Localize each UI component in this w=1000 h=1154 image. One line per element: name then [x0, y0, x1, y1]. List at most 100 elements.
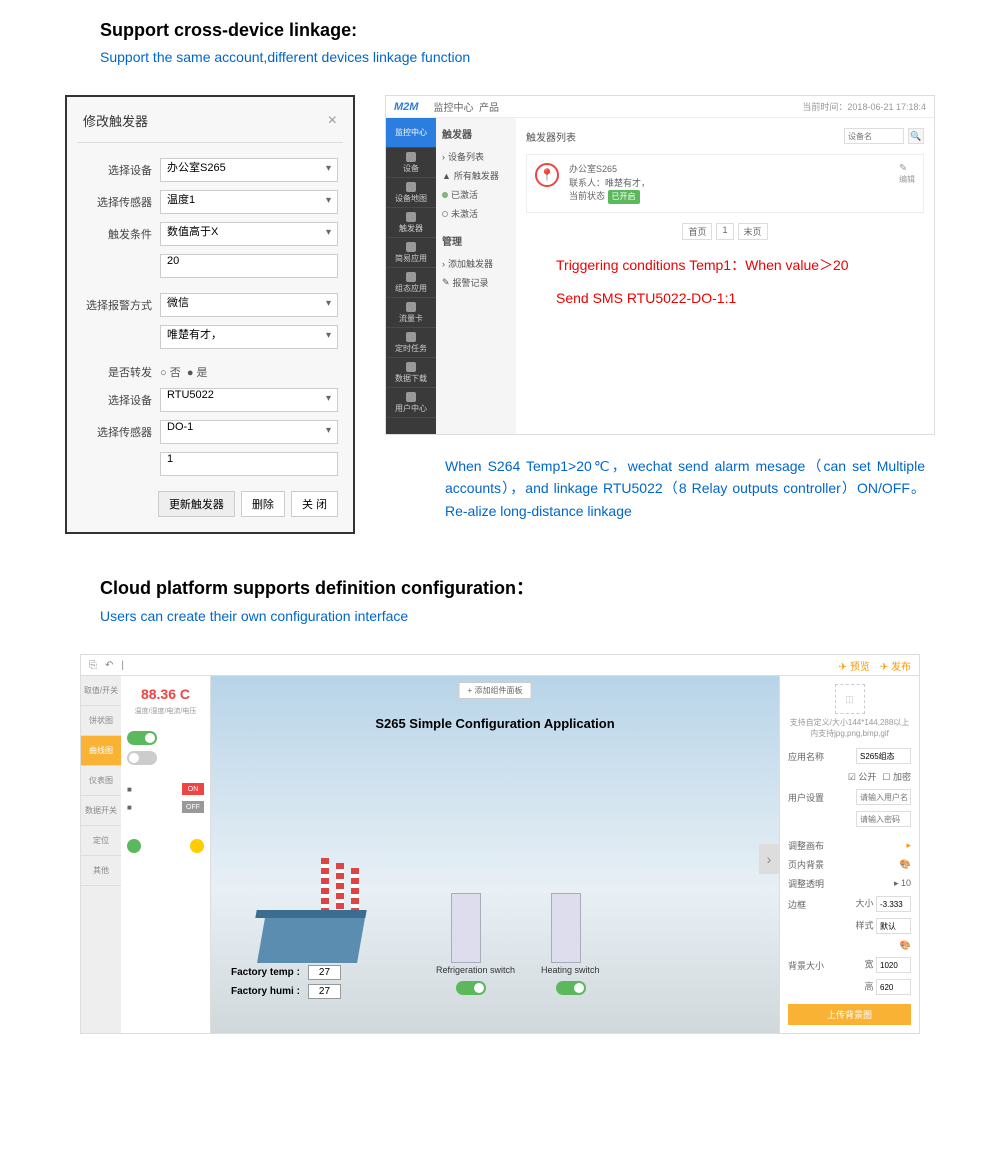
tab-pie[interactable]: 饼状图 [81, 706, 121, 736]
toolbar-icon[interactable]: ⎘ [89, 660, 97, 671]
select-alarm[interactable]: 微信 [160, 293, 338, 317]
width-input[interactable] [876, 957, 911, 973]
temp-value: 27 [308, 965, 341, 980]
subnav-h1: 触发器 [442, 126, 510, 141]
toolbar-icon[interactable]: ↶ [105, 660, 113, 671]
timestamp: 当前时间：2018-06-21 17:18:4 [802, 100, 926, 113]
page-1[interactable]: 1 [716, 223, 733, 240]
humi-value: 27 [308, 984, 341, 999]
factory-graphic [261, 873, 401, 963]
select-alarm-to[interactable]: 唯楚有才， [160, 325, 338, 349]
sidebar-item-map[interactable]: 设备地图 [386, 178, 436, 208]
topnav-monitor[interactable]: 监控中心 [433, 99, 473, 114]
page-first[interactable]: 首页 [682, 223, 712, 240]
appname-label: 应用名称 [788, 750, 824, 763]
input-threshold[interactable]: 20 [160, 254, 338, 278]
input-do-val[interactable]: 1 [160, 452, 338, 476]
opacity-label: 调整透明 [788, 877, 824, 890]
cube-icon[interactable]: ◫ [835, 684, 865, 714]
tab-value[interactable]: 取值/开关 [81, 676, 121, 706]
tab-curve[interactable]: 曲线图 [81, 736, 121, 766]
add-component-button[interactable]: + 添加组件面板 [459, 682, 532, 699]
main-title: 触发器列表 [526, 129, 576, 144]
search-button[interactable]: 🔍 [908, 128, 924, 144]
page-last[interactable]: 末页 [738, 223, 768, 240]
toggle-off[interactable] [127, 751, 157, 765]
explain-text: When S264 Temp1>20℃，wechat send alarm me… [385, 455, 935, 522]
color-picker-icon[interactable]: 🎨 [900, 859, 911, 870]
sidebar-item-device[interactable]: 设备 [386, 148, 436, 178]
heat-toggle[interactable] [556, 981, 586, 995]
nav-alarmlog[interactable]: ✎ 报警记录 [442, 273, 510, 292]
publish-button[interactable]: ✈ 发布 [880, 658, 911, 673]
nav-devicelist[interactable]: › 设备列表 [442, 147, 510, 166]
nav-addtrigger[interactable]: › 添加触发器 [442, 254, 510, 273]
label-sensor: 选择传感器 [82, 194, 152, 210]
upload-bg-button[interactable]: 上传背景图 [788, 1004, 911, 1025]
toolbar-icon[interactable]: | [121, 660, 124, 671]
canvas[interactable]: + 添加组件面板 S265 Simple Configuration Appli… [211, 676, 779, 1033]
update-button[interactable]: 更新触发器 [158, 491, 235, 517]
sidebar-item-download[interactable]: 数据下载 [386, 358, 436, 388]
nav-alltriggers[interactable]: ▲ 所有触发器 [442, 166, 510, 185]
sidebar-item-monitor[interactable]: 监控中心 [386, 118, 436, 148]
appname-input[interactable] [856, 748, 911, 764]
switch-on[interactable]: ON [182, 783, 204, 795]
select-condition[interactable]: 数值高于X [160, 222, 338, 246]
height-input[interactable] [876, 979, 911, 995]
tab-gauge[interactable]: 仪表图 [81, 766, 121, 796]
toggle-on[interactable] [127, 731, 157, 745]
delete-button[interactable]: 删除 [241, 491, 285, 517]
style-input[interactable] [876, 918, 911, 934]
sidebar-item-trigger[interactable]: 触发器 [386, 208, 436, 238]
tab-location[interactable]: 定位 [81, 826, 121, 856]
tab-other[interactable]: 其他 [81, 856, 121, 886]
sidebar-item-timer[interactable]: 定时任务 [386, 328, 436, 358]
sidebar-item-sim[interactable]: 流量卡 [386, 298, 436, 328]
sidebar-item-scada[interactable]: 组态应用 [386, 268, 436, 298]
trigger-card: 📍 办公室S265 联系人：唯楚有才， 当前状态 已开启 ✎编辑 [526, 154, 924, 213]
radio-forward[interactable]: ○ 否 ● 是 [160, 364, 208, 380]
public-check[interactable]: ☑ 公开 [848, 770, 877, 783]
preview-button[interactable]: ✈ 预览 [839, 658, 870, 673]
user-input[interactable] [856, 789, 911, 805]
properties-panel: ◫ 支持自定义/大小144*144,288以上 内支持jpg,png,bmp,g… [779, 676, 919, 1033]
nav-active[interactable]: 已激活 [442, 185, 510, 204]
select-device[interactable]: 办公室S265 [160, 158, 338, 182]
edit-icon[interactable]: ✎编辑 [899, 163, 915, 185]
pwd-input[interactable] [856, 811, 911, 827]
color-picker-icon[interactable]: 🎨 [900, 940, 911, 951]
heat-label: Heating switch [541, 965, 600, 975]
encrypt-check[interactable]: ☐ 加密 [882, 770, 911, 783]
card-status-label: 当前状态 [569, 191, 605, 201]
location-pin-icon: 📍 [535, 163, 559, 187]
timer-icon [406, 332, 416, 342]
search-input[interactable] [844, 128, 904, 144]
status-badge: 已开启 [608, 190, 640, 204]
temp-display[interactable]: 88.36 C [127, 682, 204, 706]
subnav: 触发器 › 设备列表 ▲ 所有触发器 已激活 未激活 管理 › 添加触发器 ✎ … [436, 118, 516, 434]
upload-hint: 支持自定义/大小144*144,288以上 内支持jpg,png,bmp,gif [788, 718, 911, 739]
close-icon[interactable]: × [328, 112, 337, 130]
nav-inactive[interactable]: 未激活 [442, 204, 510, 223]
led-yellow[interactable] [190, 839, 204, 853]
select-sensor2[interactable]: DO-1 [160, 420, 338, 444]
switch-off[interactable]: OFF [182, 801, 204, 813]
sidebar-item-user[interactable]: 用户中心 [386, 388, 436, 418]
led-green[interactable] [127, 839, 141, 853]
select-device2[interactable]: RTU5022 [160, 388, 338, 412]
topnav-product[interactable]: 产品 [479, 99, 499, 114]
annotation-sms: Send SMS RTU5022-DO-1:1 [526, 290, 924, 306]
user-label: 用户设置 [788, 791, 824, 804]
border-input[interactable] [876, 896, 911, 912]
section1-title: Support cross-device linkage: [100, 20, 900, 41]
select-sensor[interactable]: 温度1 [160, 190, 338, 214]
dialog-title: 修改触发器 [83, 111, 148, 130]
trigger-icon [406, 212, 416, 222]
arrow-right-icon[interactable]: › [759, 844, 779, 874]
sidebar-item-simple[interactable]: 简易应用 [386, 238, 436, 268]
opacity-value[interactable]: ▸ 10 [894, 878, 911, 889]
close-button[interactable]: 关 闭 [291, 491, 338, 517]
refrig-toggle[interactable] [456, 981, 486, 995]
tab-switch[interactable]: 数据开关 [81, 796, 121, 826]
